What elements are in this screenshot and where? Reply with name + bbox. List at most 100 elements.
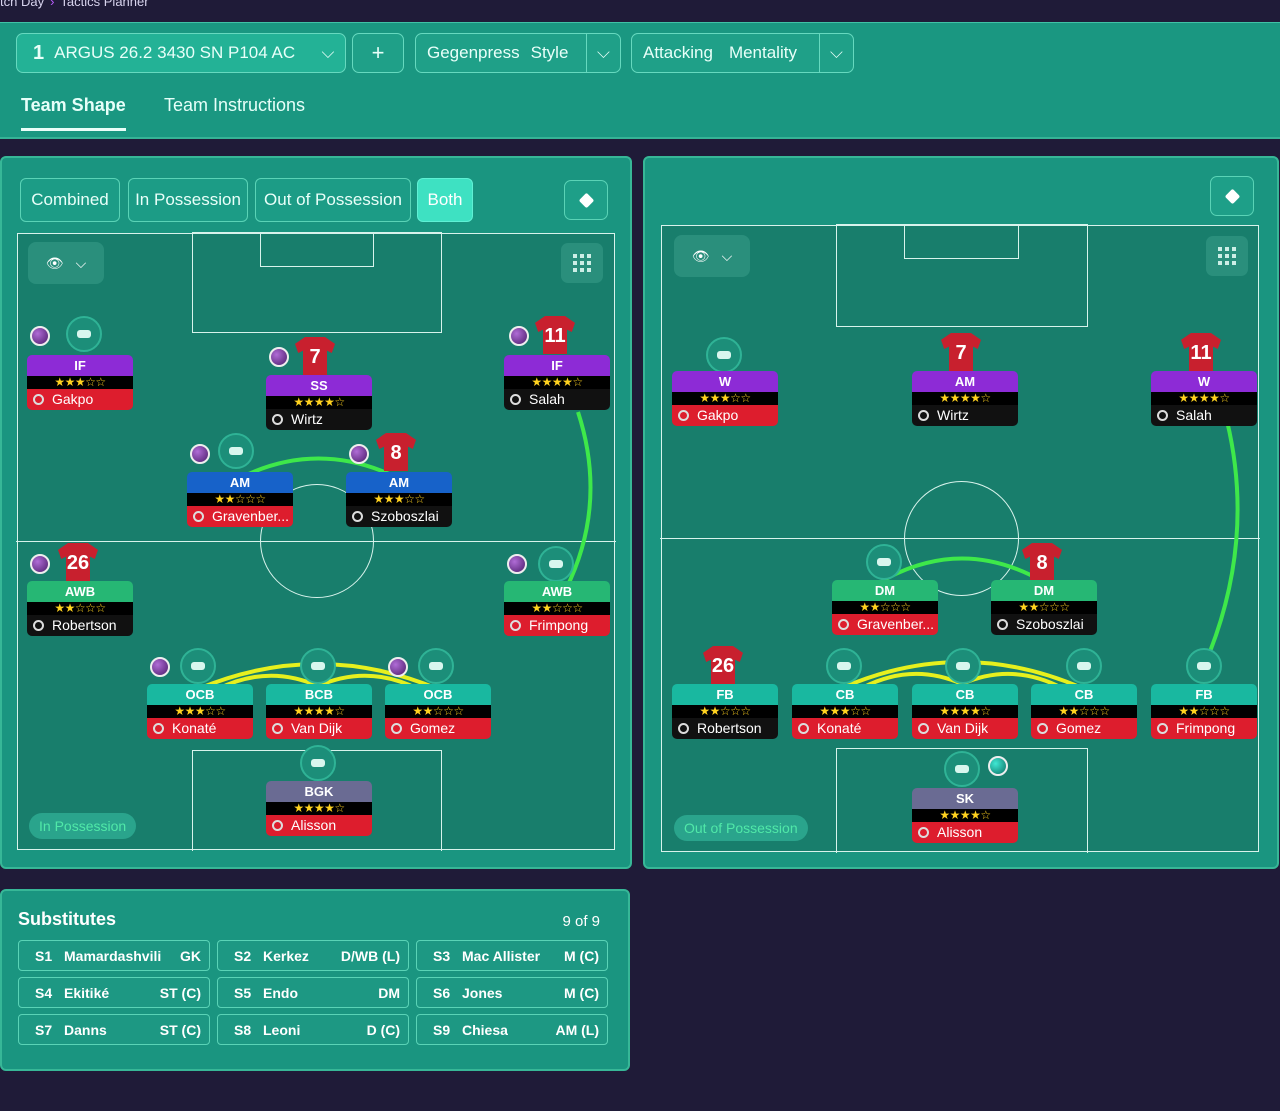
substitutes-count: 9 of 9 (562, 913, 600, 930)
shirt-icon: 8 (1022, 543, 1062, 581)
shirt-number: 11 (1190, 342, 1212, 364)
op-player-card[interactable]: FB ★★☆☆☆ Frimpong (1151, 684, 1257, 739)
phase-chip: Out of Possession (674, 815, 808, 841)
tab-team-shape[interactable]: Team Shape (21, 95, 126, 131)
style-dropdown[interactable]: Gegenpress Style ⌵ (415, 33, 621, 73)
substitute-row[interactable]: S3 Mac Allister M (C) (416, 940, 608, 971)
op-player-card[interactable]: SK ★★★★☆ Alisson (912, 788, 1018, 843)
op-player-card[interactable]: AM ★★★★☆ Wirtz (912, 371, 1018, 426)
ip-player-card[interactable]: SS ★★★★☆ Wirtz (266, 375, 372, 430)
grid-view-button[interactable] (1206, 236, 1248, 276)
sub-name: Danns (64, 1021, 107, 1038)
breadcrumb-item[interactable]: Tactics Planner (60, 0, 148, 9)
player-role: SK (912, 788, 1018, 809)
substitute-row[interactable]: S5 Endo DM (217, 977, 409, 1008)
ip-player-card[interactable]: IF ★★★★☆ Salah (504, 355, 610, 410)
sub-position: M (C) (564, 947, 599, 964)
player-name: Van Dijk (937, 720, 989, 736)
pitch-settings-button[interactable] (1210, 176, 1254, 216)
view-combined-button[interactable]: Combined (20, 178, 120, 222)
ball-icon (269, 347, 289, 367)
player-name: Konaté (172, 720, 217, 736)
ip-player-card[interactable]: AWB ★★☆☆☆ Robertson (27, 581, 133, 636)
ball-icon (150, 657, 170, 677)
ip-player-card[interactable]: OCB ★★☆☆☆ Gomez (385, 684, 491, 739)
ip-player-card[interactable]: AM ★★★☆☆ Szoboszlai (346, 472, 452, 527)
player-role: IF (504, 355, 610, 376)
player-role: AWB (27, 581, 133, 602)
sub-slot: S1 (35, 947, 53, 964)
substitute-row[interactable]: S8 Leoni D (C) (217, 1014, 409, 1045)
person-icon (352, 511, 363, 522)
chevron-right-icon: › (50, 0, 55, 9)
player-name: Szoboszlai (371, 508, 439, 524)
player-name: Gravenber... (857, 616, 935, 632)
role-rating-stars: ★★★★☆ (266, 802, 372, 815)
role-rating-stars: ★★☆☆☆ (832, 601, 938, 614)
shirt-icon: 7 (941, 333, 981, 371)
ip-player-card[interactable]: IF ★★★☆☆ Gakpo (27, 355, 133, 410)
op-player-card[interactable]: CB ★★★☆☆ Konaté (792, 684, 898, 739)
sub-name: Leoni (263, 1021, 301, 1038)
player-silhouette-icon (180, 648, 216, 684)
add-tactic-button[interactable]: + (352, 33, 404, 73)
ip-player-card[interactable]: BCB ★★★★☆ Van Dijk (266, 684, 372, 739)
role-rating-stars: ★★☆☆☆ (991, 601, 1097, 614)
visibility-toggle[interactable]: 👁 ⌵ (674, 235, 750, 277)
ip-player-card[interactable]: AM ★★☆☆☆ Gravenber... (187, 472, 293, 527)
player-name-row: Alisson (266, 815, 372, 836)
op-player-card[interactable]: DM ★★☆☆☆ Szoboszlai (991, 580, 1097, 635)
substitute-row[interactable]: S7 Danns ST (C) (18, 1014, 210, 1045)
substitute-row[interactable]: S9 Chiesa AM (L) (416, 1014, 608, 1045)
sub-slot: S6 (433, 984, 451, 1001)
player-role: W (672, 371, 778, 392)
op-player-card[interactable]: FB ★★☆☆☆ Robertson (672, 684, 778, 739)
mentality-dropdown[interactable]: Attacking Mentality ⌵ (631, 33, 854, 73)
player-silhouette-icon (218, 433, 254, 469)
visibility-toggle[interactable]: 👁 ⌵ (28, 242, 104, 284)
chevron-down-icon: ⌵ (75, 254, 87, 271)
player-name-row: Konaté (147, 718, 253, 739)
ball-icon (349, 444, 369, 464)
sub-name: Ekitiké (64, 984, 110, 1001)
view-both-button[interactable]: Both (417, 178, 473, 222)
player-name: Frimpong (1176, 720, 1236, 736)
pitch-out-of-possession: 👁 ⌵ Out of Possession W ★★★☆☆ Gakpo 7 AM ★★★★☆… (660, 224, 1260, 853)
ball-icon (30, 326, 50, 346)
op-player-card[interactable]: W ★★★★☆ Salah (1151, 371, 1257, 426)
player-silhouette-icon (538, 546, 574, 582)
role-rating-stars: ★★★★☆ (504, 376, 610, 389)
ip-player-card[interactable]: OCB ★★★☆☆ Konaté (147, 684, 253, 739)
player-name: Alisson (291, 817, 337, 833)
ip-player-card[interactable]: AWB ★★☆☆☆ Frimpong (504, 581, 610, 636)
player-name-row: Frimpong (1151, 718, 1257, 739)
substitute-row[interactable]: S1 Mamardashvili GK (18, 940, 210, 971)
ip-player-card[interactable]: BGK ★★★★☆ Alisson (266, 781, 372, 836)
tab-team-instructions[interactable]: Team Instructions (164, 95, 305, 116)
sub-slot: S2 (234, 947, 252, 964)
chevron-down-icon: ⌵ (721, 247, 733, 264)
op-player-card[interactable]: CB ★★★★☆ Van Dijk (912, 684, 1018, 739)
op-player-card[interactable]: CB ★★☆☆☆ Gomez (1031, 684, 1137, 739)
in-possession-panel: Combined In Possession Out of Possession… (0, 156, 632, 869)
pitch-settings-button[interactable] (564, 180, 608, 220)
player-name-row: Robertson (27, 615, 133, 636)
sub-slot: S3 (433, 947, 451, 964)
grid-view-button[interactable] (561, 243, 603, 283)
person-icon (918, 410, 929, 421)
breadcrumb-item[interactable]: tch Day (0, 0, 44, 9)
op-player-card[interactable]: W ★★★☆☆ Gakpo (672, 371, 778, 426)
person-icon (798, 723, 809, 734)
substitute-row[interactable]: S4 Ekitiké ST (C) (18, 977, 210, 1008)
shirt-number: 7 (955, 342, 967, 364)
view-in-possession-button[interactable]: In Possession (128, 178, 248, 222)
substitute-row[interactable]: S2 Kerkez D/WB (L) (217, 940, 409, 971)
op-player-card[interactable]: DM ★★☆☆☆ Gravenber... (832, 580, 938, 635)
sub-slot: S5 (234, 984, 252, 1001)
diamond-icon (1224, 188, 1240, 204)
tactic-selector[interactable]: 1 ARGUS 26.2 3430 SN P104 AC ⌵ (16, 33, 346, 73)
view-out-of-possession-button[interactable]: Out of Possession (255, 178, 411, 222)
shirt-number: 7 (309, 346, 321, 368)
player-role: DM (991, 580, 1097, 601)
substitute-row[interactable]: S6 Jones M (C) (416, 977, 608, 1008)
